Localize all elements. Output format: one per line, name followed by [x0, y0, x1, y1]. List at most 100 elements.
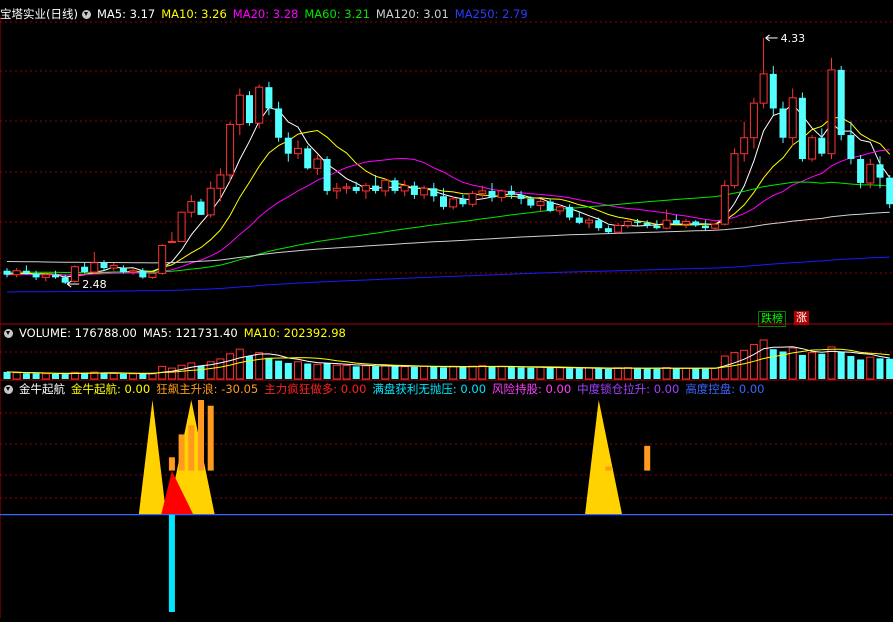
- price-legend: 宝塔实业(日线)MA5: 3.17MA10: 3.26MA20: 3.28MA6…: [0, 6, 534, 22]
- volume-bar: [130, 374, 137, 379]
- candle: [4, 268, 11, 277]
- candle-body: [246, 95, 253, 123]
- drop-list-badge[interactable]: 跌榜: [758, 311, 786, 327]
- volume-bar: [285, 363, 292, 379]
- volume-bar: [149, 374, 156, 379]
- candle: [498, 190, 505, 202]
- candle-body: [275, 108, 282, 137]
- candle: [838, 66, 845, 140]
- indicator-title: 金牛起航: [19, 382, 65, 396]
- candle-body: [731, 154, 738, 186]
- volume-bar: [256, 353, 263, 379]
- candle: [673, 215, 680, 226]
- volume-bar: [498, 366, 505, 379]
- indicator-series-6: 中度锁仓拉升: 0.00: [577, 382, 679, 396]
- volume-bar: [178, 365, 185, 379]
- volume-panel[interactable]: [4, 340, 893, 379]
- candle: [130, 268, 137, 275]
- candle: [489, 183, 496, 202]
- ma20-label: MA20: 3.28: [233, 7, 299, 21]
- volume-bar: [586, 368, 593, 379]
- candle-body: [886, 178, 893, 205]
- candle-body: [343, 187, 350, 188]
- volume-bar: [857, 360, 864, 380]
- candle-body: [285, 138, 292, 154]
- volume-bar: [683, 368, 690, 379]
- dropdown-circle-icon[interactable]: [82, 10, 91, 19]
- orange-signal-bar: [188, 425, 194, 470]
- candle-body: [71, 267, 78, 282]
- candle: [295, 140, 302, 159]
- candle-body: [42, 275, 49, 278]
- candle: [702, 220, 709, 231]
- volume-bar: [246, 356, 253, 379]
- volume-bar: [362, 366, 369, 379]
- candle: [450, 196, 457, 209]
- candle-body: [799, 98, 806, 159]
- candle: [721, 180, 728, 225]
- volume-bar: [333, 365, 340, 379]
- yellow-signal-triangle: [585, 400, 622, 515]
- dropdown-circle-icon[interactable]: [4, 329, 13, 338]
- indicator-series-1: 金牛起航: 0.00: [71, 382, 150, 396]
- volume-bar: [847, 356, 854, 379]
- candle-body: [653, 226, 660, 229]
- volume-ma10-label: MA10: 202392.98: [244, 326, 346, 340]
- volume-bar: [459, 367, 466, 379]
- rise-badge[interactable]: 涨: [794, 311, 809, 325]
- candle-body: [469, 194, 476, 205]
- volume-bar: [799, 355, 806, 379]
- volume-ma5-label: MA5: 121731.40: [143, 326, 238, 340]
- candle: [692, 220, 699, 227]
- candle-body: [615, 226, 622, 233]
- candle: [324, 156, 331, 195]
- dropdown-circle-icon[interactable]: [4, 385, 13, 394]
- chart-stage[interactable]: 4.332.48 宝塔实业(日线)MA5: 3.17MA10: 3.26MA20…: [0, 0, 893, 618]
- volume-bar: [702, 369, 709, 379]
- volume-bar: [411, 367, 418, 379]
- candle: [469, 191, 476, 207]
- volume-bar: [139, 374, 146, 379]
- candle: [615, 223, 622, 234]
- volume-bar: [712, 368, 719, 379]
- candle: [430, 183, 437, 202]
- candle-body: [459, 199, 466, 204]
- candle: [362, 183, 369, 199]
- candle: [750, 98, 757, 149]
- volume-bar: [644, 368, 651, 379]
- candle-body: [741, 138, 748, 154]
- candle-body: [867, 164, 874, 183]
- stock-title: 宝塔实业(日线): [0, 7, 78, 21]
- candle-body: [634, 222, 641, 223]
- orange-signal-bar: [169, 457, 175, 470]
- candle: [877, 156, 884, 188]
- volume-bar: [430, 367, 437, 379]
- volume-bar: [101, 373, 108, 379]
- volume-bar: [673, 368, 680, 379]
- volume-bar: [877, 358, 884, 379]
- candle: [624, 220, 631, 228]
- candle-body: [489, 191, 496, 198]
- volume-label: VOLUME: 176788.00: [19, 326, 137, 340]
- volume-bar: [518, 368, 525, 379]
- candle: [382, 179, 389, 196]
- volume-bar: [508, 367, 515, 379]
- volume-bar: [42, 374, 49, 379]
- candle-body: [770, 74, 777, 109]
- ma10-label: MA10: 3.26: [161, 7, 227, 21]
- volume-bar: [372, 366, 379, 379]
- candle-body: [333, 188, 340, 191]
- candle-body: [392, 180, 399, 191]
- chart-canvas[interactable]: 4.332.48: [0, 0, 893, 618]
- indicator-panel[interactable]: [0, 400, 893, 612]
- candle: [246, 91, 253, 126]
- volume-bar: [343, 365, 350, 379]
- volume-bar: [605, 369, 612, 379]
- volume-bar: [275, 361, 282, 379]
- candle: [867, 159, 874, 188]
- candle-body: [4, 271, 11, 275]
- candle-body: [23, 271, 30, 274]
- candle: [159, 244, 166, 275]
- candle: [198, 199, 205, 215]
- candle-body: [712, 224, 719, 228]
